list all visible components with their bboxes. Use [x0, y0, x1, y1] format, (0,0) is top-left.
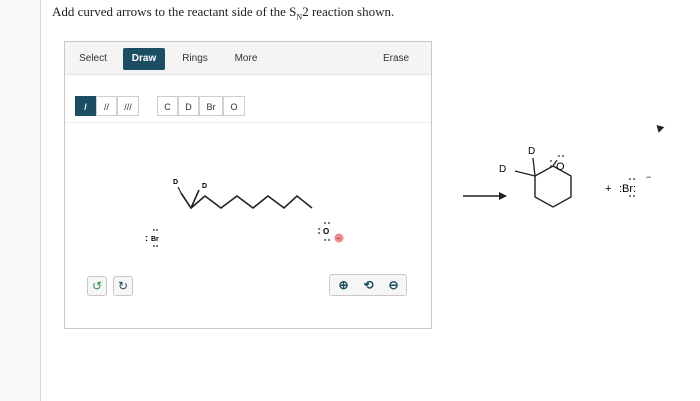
zoom-in-button[interactable]: ⊕: [331, 275, 356, 295]
bond-to-d1: [177, 186, 182, 194]
bromine-lone-pair-top: [153, 229, 155, 231]
tab-rings[interactable]: Rings: [177, 48, 213, 70]
tab-draw[interactable]: Draw: [123, 48, 165, 70]
oxygen-lone-pair-bottom: [328, 239, 330, 241]
question-text: Add curved arrows to the reactant side o…: [52, 4, 394, 22]
oxygen-lone-pair-left: [318, 228, 320, 230]
carbon-atom-tool[interactable]: C: [157, 96, 178, 116]
zoom-controls: ⊕ ⟲ ⊖: [329, 274, 407, 296]
bond-to-d-top: [532, 157, 536, 177]
oxygen-lone-pair-top: [328, 222, 330, 224]
zoom-out-icon: ⊖: [388, 278, 399, 292]
tab-erase[interactable]: Erase: [379, 48, 413, 70]
reactant-skeleton: [180, 192, 313, 210]
product-oxygen-label: O: [556, 161, 565, 173]
deuterium-atom-tool[interactable]: D: [178, 96, 199, 116]
tab-select[interactable]: Select: [73, 48, 113, 70]
bromide-lone-pair-bottom: [633, 195, 635, 197]
product-oxygen-lone-pair: [562, 155, 564, 157]
reset-zoom-icon: ⟲: [363, 278, 374, 292]
bromide-lone-pair-top: [629, 178, 631, 180]
double-bond-tool[interactable]: //: [96, 96, 117, 116]
bromide-lone-pair-bottom: [629, 195, 631, 197]
bromide-lone-pair-top: [633, 178, 635, 180]
oxygen-atom-tool[interactable]: O: [223, 96, 245, 116]
tab-more[interactable]: More: [229, 48, 263, 70]
reset-zoom-button[interactable]: ⟲: [356, 275, 381, 295]
bromine-lone-pairs-left: :: [145, 233, 148, 243]
product-oxygen-lone-pair: [550, 160, 552, 162]
bromine-label: Br: [151, 236, 159, 243]
reactant-d1-label: D: [173, 179, 178, 186]
product-d-top-label: D: [528, 146, 535, 157]
triple-bond-tool[interactable]: ///: [117, 96, 139, 116]
reactant-d2-label: D: [202, 183, 207, 190]
oxygen-label: O: [323, 227, 329, 236]
drawing-canvas[interactable]: D D : Br O − ↺ ↻: [65, 122, 431, 328]
reaction-arrowhead: [499, 192, 507, 200]
cyclohexane-ring: [534, 165, 572, 208]
zoom-in-icon: ⊕: [338, 278, 349, 292]
product-structure: D D O + :Br: −: [463, 146, 651, 208]
bromine-lone-pair-bottom: [153, 245, 155, 247]
undo-button[interactable]: ↺: [87, 276, 107, 296]
redo-button[interactable]: ↻: [113, 276, 133, 296]
bromide-charge: −: [646, 172, 651, 182]
zoom-out-button[interactable]: ⊖: [381, 275, 406, 295]
plus-sign: +: [605, 183, 611, 195]
oxygen-lone-pair-left: [318, 232, 320, 234]
reactant-structure: D D : Br O −: [145, 179, 344, 247]
undo-icon: ↺: [91, 279, 103, 293]
editor-tool-row: / // /// C D Br O: [65, 88, 431, 123]
bond-to-d-left: [514, 170, 536, 177]
bromide-label: :Br:: [619, 183, 636, 195]
product-oxygen-lone-pair: [550, 165, 552, 167]
redo-icon: ↻: [117, 279, 129, 293]
question-prefix: Add curved arrows to the reactant side o…: [52, 4, 297, 19]
oxygen-lone-pair-top: [324, 222, 326, 224]
oxygen-lone-pair-bottom: [324, 239, 326, 241]
product-oxygen-lone-pair: [558, 155, 560, 157]
question-suffix: 2 reaction shown.: [302, 4, 395, 19]
oxygen-charge-label: −: [336, 234, 341, 243]
product-d-left-label: D: [499, 164, 506, 175]
editor-top-toolbar: Select Draw Rings More Erase: [65, 42, 431, 75]
drawing-editor: Select Draw Rings More Erase / // /// C …: [64, 41, 432, 329]
bromine-atom-tool[interactable]: Br: [199, 96, 223, 116]
bromine-lone-pair-top: [156, 229, 158, 231]
single-bond-tool[interactable]: /: [75, 96, 96, 116]
bromine-lone-pair-bottom: [156, 245, 158, 247]
product-side: D D O + :Br: −: [455, 130, 700, 240]
